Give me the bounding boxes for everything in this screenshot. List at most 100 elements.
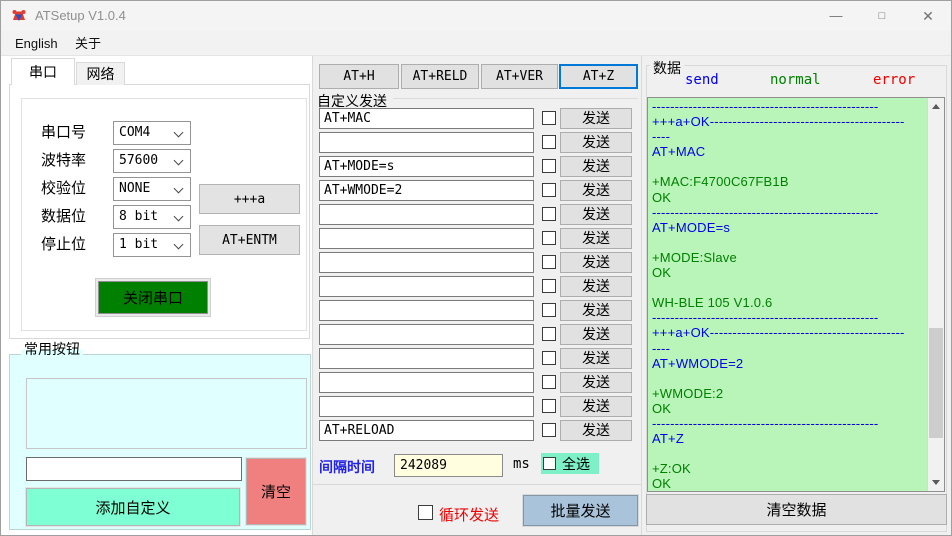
- row-checkbox[interactable]: [542, 327, 556, 341]
- row-checkbox[interactable]: [542, 303, 556, 317]
- log-line: [648, 159, 927, 174]
- batch-send-button[interactable]: 批量发送: [523, 495, 638, 526]
- legend-send: send: [685, 72, 719, 88]
- custom-send-input[interactable]: [319, 156, 534, 177]
- app-icon: [11, 8, 27, 24]
- select-all-checkbox[interactable]: [543, 457, 556, 470]
- log-line: +Z:OK: [648, 461, 927, 476]
- log-lines: ----------------------------------------…: [648, 99, 927, 491]
- log-line: +++a+OK---------------------------------…: [648, 114, 927, 129]
- parity-select[interactable]: NONE: [113, 177, 191, 201]
- log-scrollbar[interactable]: [927, 98, 944, 491]
- custom-send-input[interactable]: [319, 348, 534, 369]
- custom-send-input[interactable]: [319, 276, 534, 297]
- custom-send-row: 发送: [319, 228, 639, 249]
- row-checkbox[interactable]: [542, 207, 556, 221]
- stop-bits-select[interactable]: 1 bit: [113, 233, 191, 257]
- chevron-down-icon: [174, 184, 184, 194]
- log-line: AT+MODE=s: [648, 220, 927, 235]
- custom-send-row: 发送: [319, 348, 639, 369]
- send-button[interactable]: 发送: [560, 324, 632, 345]
- row-checkbox[interactable]: [542, 423, 556, 437]
- clear-data-button[interactable]: 清空数据: [646, 494, 947, 525]
- send-button[interactable]: 发送: [560, 420, 632, 441]
- custom-send-input[interactable]: [319, 180, 534, 201]
- chevron-down-icon: [174, 240, 184, 250]
- send-button[interactable]: 发送: [560, 132, 632, 153]
- send-button[interactable]: 发送: [560, 396, 632, 417]
- interval-label: 间隔时间: [319, 457, 375, 477]
- log-line: +WMODE:2: [648, 386, 927, 401]
- row-checkbox[interactable]: [542, 231, 556, 245]
- custom-send-row: 发送: [319, 108, 639, 129]
- row-checkbox[interactable]: [542, 135, 556, 149]
- custom-rows: 发送发送发送发送发送发送发送发送发送发送发送发送发送发送: [319, 1, 639, 482]
- chevron-down-icon: [174, 128, 184, 138]
- scroll-up-icon[interactable]: [928, 98, 944, 115]
- com-port-select[interactable]: COM4: [113, 121, 191, 145]
- row-checkbox[interactable]: [542, 159, 556, 173]
- send-button[interactable]: 发送: [560, 252, 632, 273]
- custom-send-input[interactable]: [319, 300, 534, 321]
- maximize-button[interactable]: □: [859, 1, 905, 31]
- scroll-down-icon[interactable]: [928, 474, 944, 491]
- custom-send-input[interactable]: [319, 132, 534, 153]
- send-button[interactable]: 发送: [560, 372, 632, 393]
- send-button[interactable]: 发送: [560, 108, 632, 129]
- custom-send-input[interactable]: [319, 372, 534, 393]
- chevron-down-icon: [174, 156, 184, 166]
- send-button[interactable]: 发送: [560, 156, 632, 177]
- add-custom-button[interactable]: 添加自定义: [26, 488, 240, 526]
- interval-input[interactable]: [394, 454, 503, 477]
- menu-english[interactable]: English: [9, 31, 64, 56]
- data-title: 数据: [650, 58, 684, 78]
- tab-network[interactable]: 网络: [76, 62, 125, 85]
- custom-send-row: 发送: [319, 276, 639, 297]
- row-checkbox[interactable]: [542, 351, 556, 365]
- custom-send-input[interactable]: [319, 324, 534, 345]
- baud-rate-select[interactable]: 57600: [113, 149, 191, 173]
- clear-common-button[interactable]: 清空: [246, 458, 306, 525]
- custom-send-row: 发送: [319, 372, 639, 393]
- log-line: AT+WMODE=2: [648, 356, 927, 371]
- custom-send-input[interactable]: [319, 204, 534, 225]
- data-bits-select[interactable]: 8 bit: [113, 205, 191, 229]
- send-button[interactable]: 发送: [560, 228, 632, 249]
- log-line: [648, 446, 927, 461]
- custom-send-input[interactable]: [319, 396, 534, 417]
- send-button[interactable]: 发送: [560, 276, 632, 297]
- send-button[interactable]: 发送: [560, 300, 632, 321]
- row-checkbox[interactable]: [542, 111, 556, 125]
- row-checkbox[interactable]: [542, 255, 556, 269]
- menu-about[interactable]: 关于: [69, 31, 107, 56]
- custom-send-input[interactable]: [319, 252, 534, 273]
- legend-error: error: [873, 72, 915, 88]
- log-line: +++a+OK---------------------------------…: [648, 325, 927, 340]
- tab-serial[interactable]: 串口: [11, 58, 75, 85]
- custom-send-row: 发送: [319, 204, 639, 225]
- custom-send-row: 发送: [319, 180, 639, 201]
- common-buttons-list[interactable]: [26, 378, 307, 449]
- log-line: ----: [648, 341, 927, 356]
- data-log[interactable]: ----------------------------------------…: [647, 97, 945, 492]
- scrollbar-thumb[interactable]: [929, 328, 943, 438]
- at-entm-button[interactable]: AT+ENTM: [199, 225, 300, 255]
- loop-send-checkbox[interactable]: [418, 505, 433, 520]
- plus-a-button[interactable]: +++a: [199, 184, 300, 214]
- row-checkbox[interactable]: [542, 183, 556, 197]
- row-checkbox[interactable]: [542, 279, 556, 293]
- row-checkbox[interactable]: [542, 375, 556, 389]
- custom-send-input[interactable]: [319, 228, 534, 249]
- send-button[interactable]: 发送: [560, 348, 632, 369]
- send-button[interactable]: 发送: [560, 204, 632, 225]
- add-custom-input[interactable]: [26, 457, 242, 481]
- close-icon[interactable]: ✕: [905, 1, 951, 31]
- close-serial-button[interactable]: 关闭串口: [98, 281, 208, 314]
- custom-send-input[interactable]: [319, 420, 534, 441]
- minimize-button[interactable]: —: [813, 1, 859, 31]
- baud-rate-label: 波特率: [41, 149, 111, 173]
- send-button[interactable]: 发送: [560, 180, 632, 201]
- row-checkbox[interactable]: [542, 399, 556, 413]
- custom-send-input[interactable]: [319, 108, 534, 129]
- log-line: OK: [648, 476, 927, 491]
